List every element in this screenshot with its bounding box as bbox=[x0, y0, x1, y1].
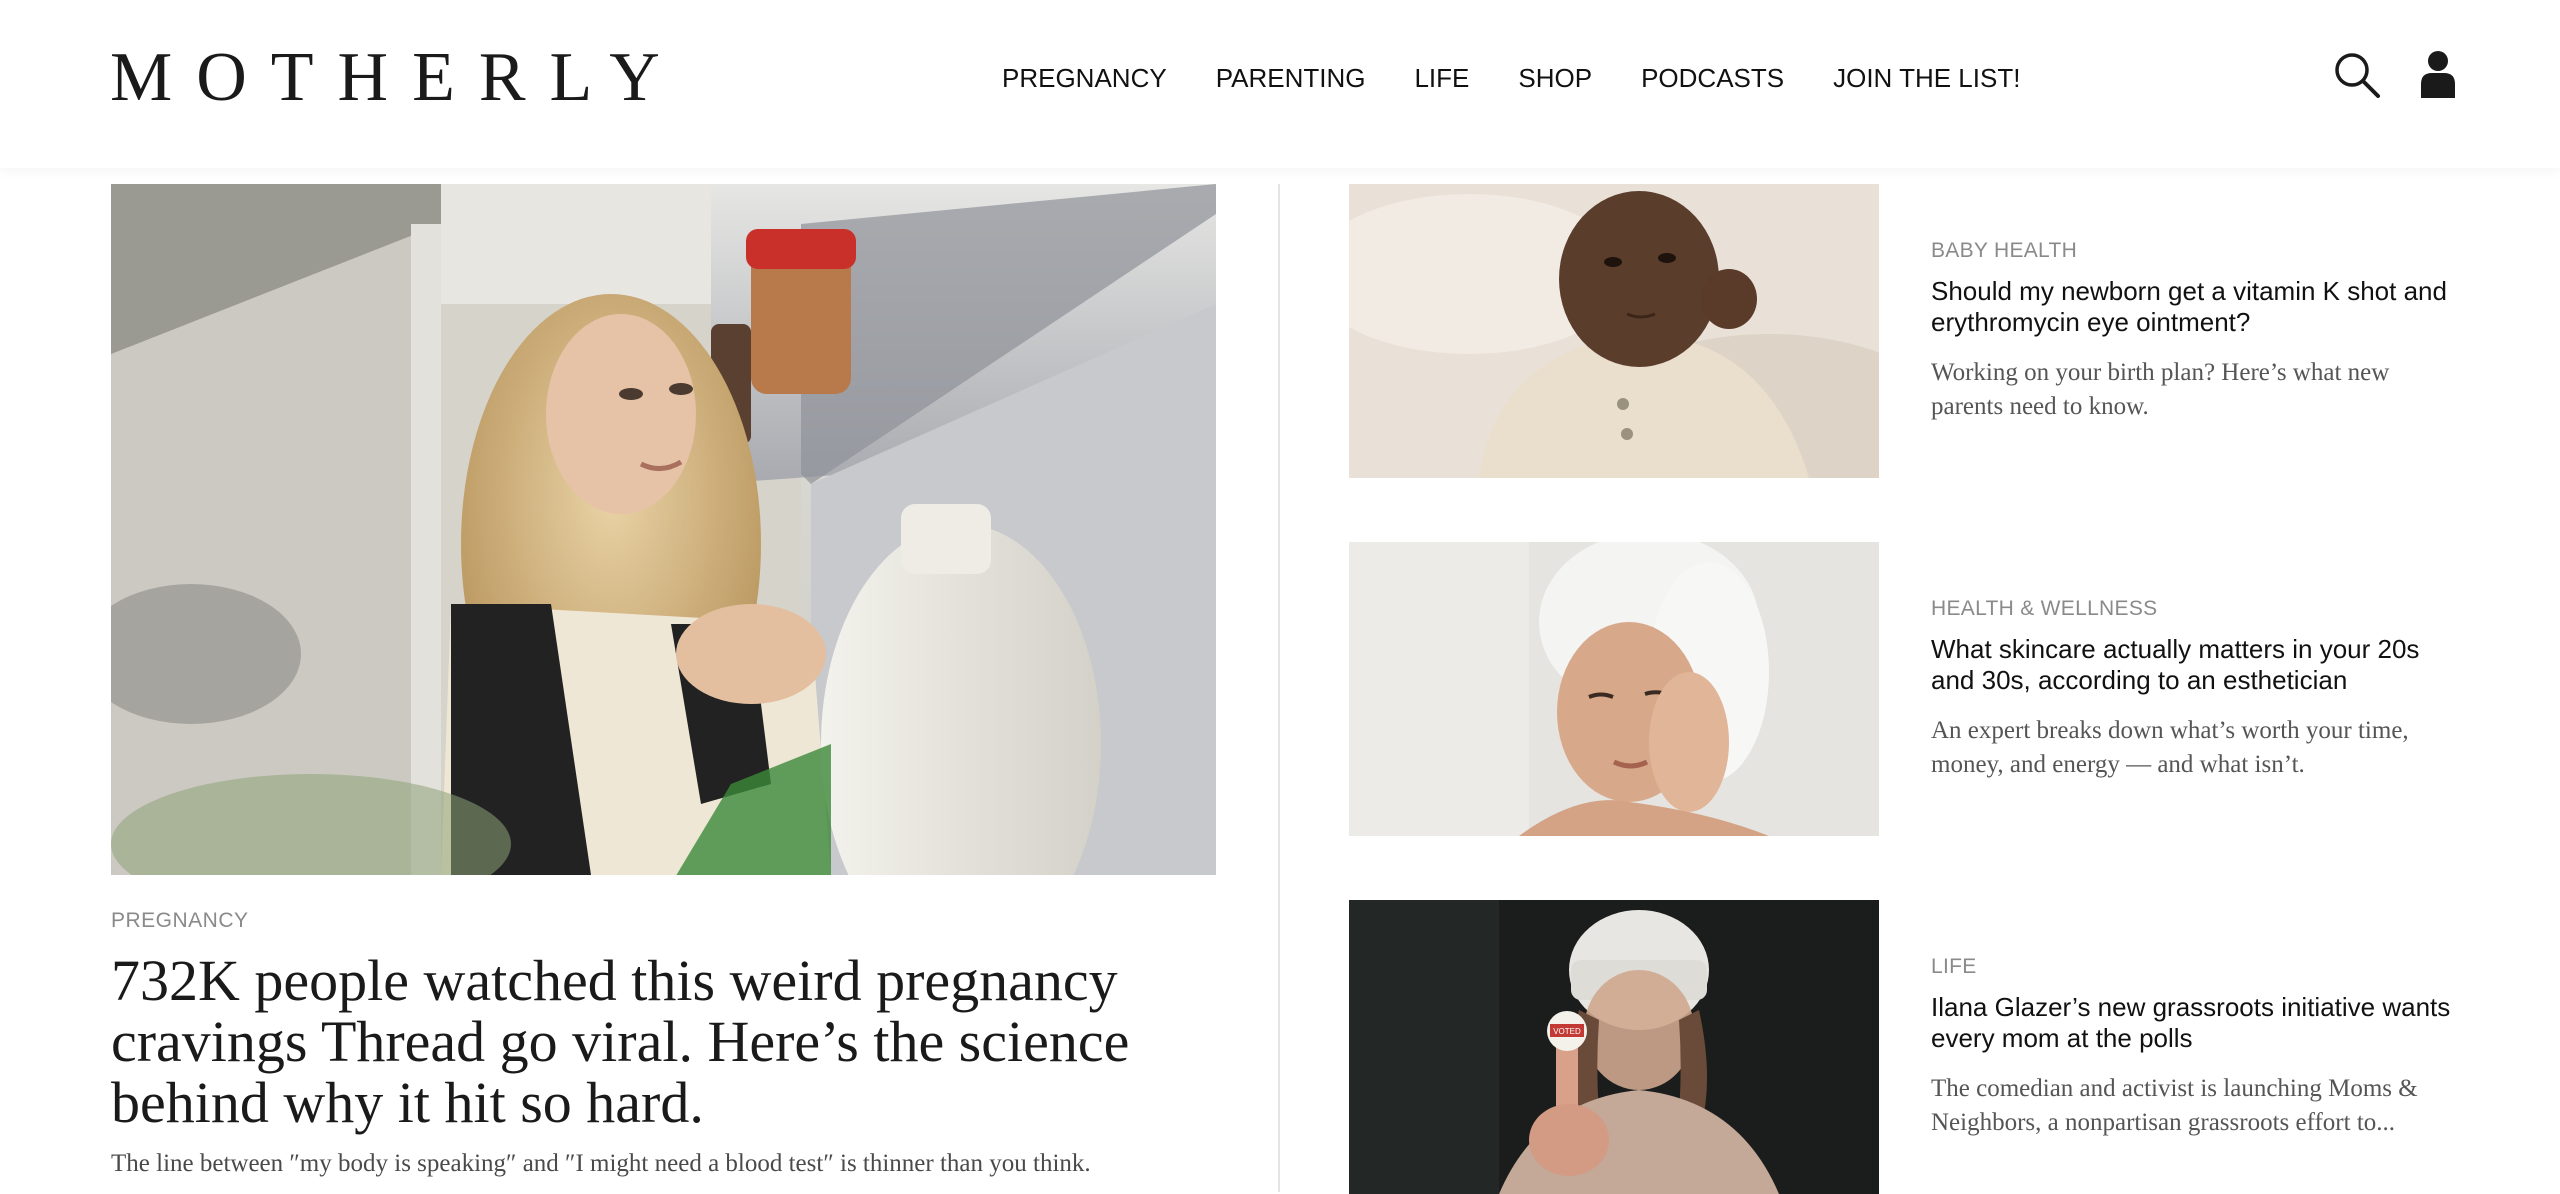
main-nav: PREGNANCY PARENTING LIFE SHOP PODCASTS J… bbox=[1002, 60, 2020, 96]
article-card-title[interactable]: Should my newborn get a vitamin K shot a… bbox=[1931, 276, 2460, 338]
article-card-deck: Working on your birth plan? Here’s what … bbox=[1931, 359, 2390, 420]
nav-item-life[interactable]: LIFE bbox=[1414, 60, 1469, 96]
article-card-image[interactable] bbox=[1349, 184, 1879, 478]
article-card-deck: An expert breaks down what’s worth your … bbox=[1931, 717, 2409, 778]
site-header: MOTHERLY PREGNANCY PARENTING LIFE SHOP P… bbox=[0, 0, 2560, 168]
featured-article-title[interactable]: 732K people watched this weird pregnancy… bbox=[111, 950, 1171, 1133]
site-logo[interactable]: MOTHERLY bbox=[110, 38, 684, 118]
featured-article: PREGNANCY 732K people watched this weird… bbox=[111, 184, 1216, 1181]
article-card: BABY HEALTH Should my newborn get a vita… bbox=[1349, 184, 2460, 478]
woman-at-fridge-photo bbox=[111, 184, 1216, 875]
article-card: HEALTH & WELLNESS What skincare actually… bbox=[1349, 542, 2460, 836]
account-button[interactable] bbox=[2418, 50, 2458, 98]
featured-article-deck: The line between ″my body is speaking″ a… bbox=[111, 1150, 1091, 1177]
article-card-title[interactable]: What skincare actually matters in your 2… bbox=[1931, 634, 2460, 696]
article-card-category[interactable]: LIFE bbox=[1931, 954, 2460, 980]
search-button[interactable] bbox=[2332, 50, 2382, 100]
article-card-text: BABY HEALTH Should my newborn get a vita… bbox=[1931, 238, 2460, 424]
user-icon bbox=[2421, 51, 2455, 98]
featured-article-category[interactable]: PREGNANCY bbox=[111, 908, 1216, 934]
article-card: VOTED LIFE Ilana Glazer’s new grassroots… bbox=[1349, 900, 2460, 1194]
nav-item-join-the-list[interactable]: JOIN THE LIST! bbox=[1833, 60, 2020, 96]
article-card-category[interactable]: BABY HEALTH bbox=[1931, 238, 2460, 264]
nav-item-podcasts[interactable]: PODCASTS bbox=[1641, 60, 1784, 96]
article-card-image[interactable] bbox=[1349, 542, 1879, 836]
voted-sticker-text: VOTED bbox=[1553, 1027, 1581, 1036]
woman-voted-sticker-photo: VOTED bbox=[1349, 900, 1879, 1194]
search-icon bbox=[2335, 53, 2380, 98]
article-card-image[interactable]: VOTED bbox=[1349, 900, 1879, 1194]
article-card-title[interactable]: Ilana Glazer’s new grassroots initiative… bbox=[1931, 992, 2460, 1054]
nav-item-pregnancy[interactable]: PREGNANCY bbox=[1002, 60, 1167, 96]
column-divider bbox=[1278, 184, 1280, 1192]
article-card-category[interactable]: HEALTH & WELLNESS bbox=[1931, 596, 2460, 622]
woman-skincare-photo bbox=[1349, 542, 1879, 836]
nav-item-shop[interactable]: SHOP bbox=[1518, 60, 1592, 96]
article-card-deck: The comedian and activist is launching M… bbox=[1931, 1075, 2418, 1136]
newborn-baby-photo bbox=[1349, 184, 1879, 478]
article-card-text: LIFE Ilana Glazer’s new grassroots initi… bbox=[1931, 954, 2460, 1140]
featured-article-image[interactable] bbox=[111, 184, 1216, 875]
article-card-text: HEALTH & WELLNESS What skincare actually… bbox=[1931, 596, 2460, 782]
nav-item-parenting[interactable]: PARENTING bbox=[1216, 60, 1366, 96]
